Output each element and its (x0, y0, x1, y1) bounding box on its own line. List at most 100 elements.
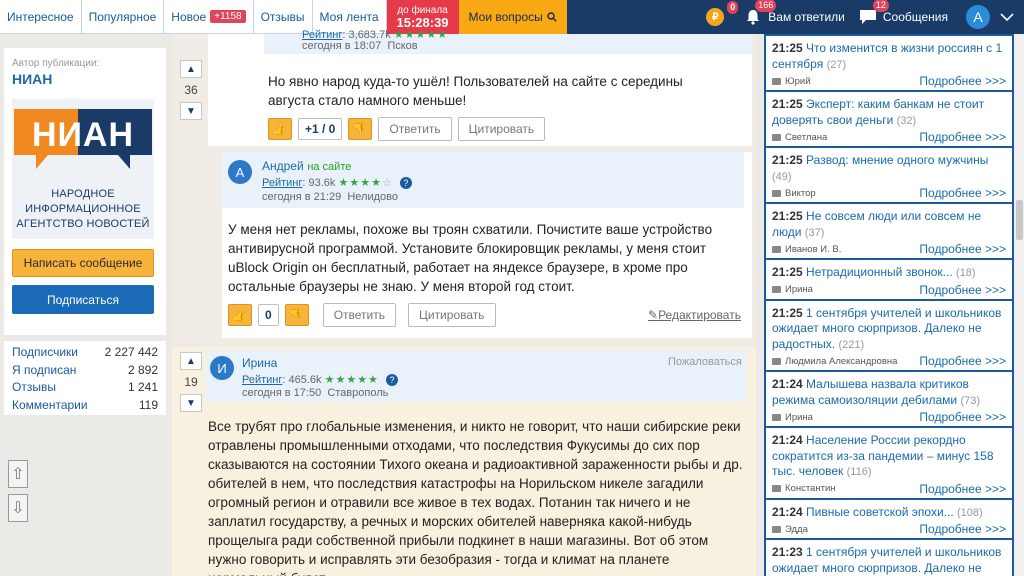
help-icon[interactable]: ? (399, 177, 412, 189)
news-title[interactable]: Нетрадиционный звонок... (806, 265, 953, 279)
complain-link[interactable]: Пожаловаться (668, 356, 742, 368)
news-author[interactable]: Светлана (772, 132, 827, 143)
news-count: (18) (956, 267, 976, 279)
news-author[interactable]: Ирина (772, 412, 813, 423)
news-title[interactable]: Развод: мнение одного мужчины (806, 153, 988, 167)
news-title[interactable]: Что изменится в жизни россиян с 1 сентяб… (772, 41, 1002, 71)
scroll-down-icon[interactable]: ⇩ (8, 494, 28, 522)
author-name[interactable]: НИАН (12, 71, 158, 87)
comment-date-line: сегодня в 18:07 Псков (302, 40, 418, 52)
rating-label[interactable]: Рейтинг (242, 374, 282, 386)
news-author-name: Светлана (785, 131, 828, 143)
stat-value: 2 227 442 (104, 345, 158, 359)
deadline-label: до финала (397, 4, 448, 16)
vote-up-icon[interactable]: ▲ (180, 60, 202, 78)
vote-count: 19 (184, 375, 198, 389)
news-author[interactable]: Эдда (772, 524, 808, 535)
news-title[interactable]: Население России рекордно сократится из-… (772, 433, 994, 478)
news-author[interactable]: Иванов И. В. (772, 244, 841, 255)
more-link[interactable]: Подробнее >>> (919, 130, 1006, 144)
more-link[interactable]: Подробнее >>> (919, 482, 1006, 496)
news-author[interactable]: Виктор (772, 188, 816, 199)
more-link[interactable]: Подробнее >>> (919, 283, 1006, 297)
avatar[interactable]: А (228, 160, 252, 184)
avatar[interactable]: И (210, 356, 234, 380)
rating-label[interactable]: Рейтинг (262, 177, 302, 189)
coin-badge: 0 (727, 1, 739, 14)
chevron-down-icon[interactable] (1000, 12, 1014, 22)
thumbs-up-icon[interactable]: 👍 (228, 304, 252, 326)
author-link[interactable]: Андрей (262, 159, 304, 173)
tab-popular[interactable]: Популярное (81, 0, 165, 34)
more-link[interactable]: Подробнее >>> (919, 74, 1006, 88)
vote-down-icon[interactable]: ▼ (180, 102, 202, 120)
news-author[interactable]: Людмила Александровна (772, 356, 897, 367)
news-author[interactable]: Константин (772, 483, 836, 494)
messages-link[interactable]: Сообщения (883, 10, 948, 24)
help-icon[interactable]: ? (385, 374, 398, 386)
thumbs-down-icon[interactable]: 👎 (348, 118, 373, 140)
stat-reviews[interactable]: Отзывы 1 241 (12, 379, 158, 397)
news-author-name: Виктор (785, 187, 816, 199)
more-link[interactable]: Подробнее >>> (919, 522, 1006, 536)
thumbs-up-icon[interactable]: 👍 (268, 118, 292, 140)
stat-label: Я подписан (12, 362, 77, 377)
tab-label: Моя лента (319, 9, 379, 24)
news-title[interactable]: 1 сентября учителей и школьников ожидает… (772, 306, 1001, 351)
news-author[interactable]: Юрий (772, 76, 811, 87)
bell-icon[interactable]: 166 (742, 0, 777, 28)
author-logo[interactable]: НИАН НАРОДНОЕ ИНФОРМАЦИОННОЕ АГЕНТСТВО Н… (12, 99, 154, 239)
vote-column-1: ▲ 36 ▼ (176, 60, 206, 120)
subscribe-button[interactable]: Подписаться (12, 285, 154, 314)
messages-icon[interactable]: 12 (857, 0, 889, 28)
more-link[interactable]: Подробнее >>> (919, 410, 1006, 424)
news-item: 21:25 Развод: мнение одного мужчины (49)… (766, 148, 1012, 202)
quote-button[interactable]: Цитировать (457, 117, 546, 141)
scroll-up-icon[interactable]: ⇧ (8, 460, 28, 488)
comment-card: Рейтинг: 3,683.7k ★★★★★ сегодня в 18:07 … (208, 29, 752, 146)
stat-comments[interactable]: Комментарии 119 (12, 397, 158, 415)
tab-interesting[interactable]: Интересное (0, 0, 82, 34)
stat-value: 2 892 (127, 362, 158, 377)
user-icon (772, 133, 781, 141)
user-avatar[interactable]: А (966, 5, 990, 29)
tab-label: Отзывы (260, 9, 305, 24)
news-title[interactable]: Эксперт: каким банкам не стоит доверять … (772, 97, 984, 127)
answers-link[interactable]: Вам ответили (768, 10, 845, 24)
news-author[interactable]: Ирина (772, 284, 813, 295)
more-link[interactable]: Подробнее >>> (919, 186, 1006, 200)
page-scrollbar[interactable] (1014, 34, 1024, 576)
news-sidebar: 21:25 Что изменится в жизни россиян с 1 … (764, 34, 1014, 576)
tab-new[interactable]: Новое +1158 (164, 0, 254, 34)
author-link[interactable]: Ирина (242, 356, 277, 370)
news-title[interactable]: 1 сентября учителей и школьников ожидает… (772, 545, 1001, 575)
news-item: 21:25 Нетрадиционный звонок... (18) Ирин… (766, 260, 1012, 299)
stat-subscribers[interactable]: Подписчики 2 227 442 (12, 344, 158, 362)
new-count-badge: +1158 (210, 10, 246, 23)
thumbs-down-icon[interactable]: 👎 (284, 304, 309, 326)
tab-label: Популярное (88, 9, 157, 24)
reply-button[interactable]: Ответить (378, 117, 452, 141)
more-link[interactable]: Подробнее >>> (919, 242, 1006, 256)
comment-city: Псков (387, 40, 418, 52)
vote-down-icon[interactable]: ▼ (180, 394, 202, 412)
more-link[interactable]: Подробнее >>> (919, 354, 1006, 368)
news-title[interactable]: Пивные советской эпохи... (806, 505, 954, 519)
news-author-name: Юрий (785, 75, 811, 87)
quote-button[interactable]: Цитировать (407, 303, 496, 327)
pencil-icon: ✎ (648, 308, 659, 322)
user-icon (772, 245, 781, 253)
vote-up-icon[interactable]: ▲ (180, 352, 202, 370)
coin-icon[interactable]: ₽0 (706, 1, 739, 26)
vote-count: 36 (184, 83, 198, 97)
write-message-button[interactable]: Написать сообщение (12, 249, 154, 277)
news-time: 21:24 (772, 504, 803, 519)
my-questions-button[interactable]: Мои вопросы (458, 0, 567, 34)
user-icon (772, 77, 781, 85)
scrollbar-thumb[interactable] (1016, 200, 1023, 240)
reply-button[interactable]: Ответить (322, 303, 396, 327)
news-title[interactable]: Не совсем люди или совсем не люди (772, 209, 981, 239)
edit-link[interactable]: ✎Редактировать (648, 308, 741, 322)
stat-following[interactable]: Я подписан 2 892 (12, 362, 158, 380)
news-item: 21:25 Что изменится в жизни россиян с 1 … (766, 36, 1012, 90)
